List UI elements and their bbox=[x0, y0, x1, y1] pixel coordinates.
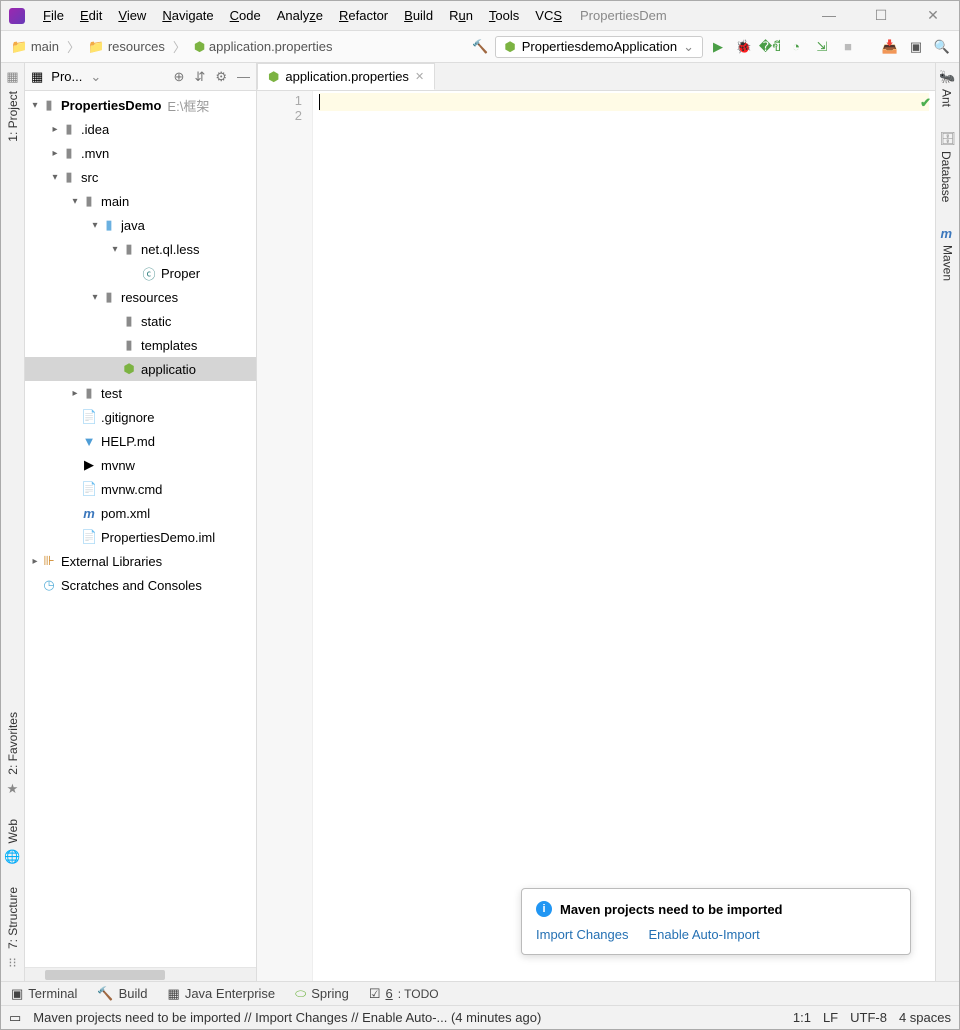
update-project-icon[interactable]: 📥 bbox=[879, 36, 901, 58]
breadcrumb-resources[interactable]: 📁 resources bbox=[84, 37, 169, 57]
todo-icon: ☑ bbox=[369, 986, 381, 1002]
chevron-down-icon: ⌄ bbox=[683, 39, 694, 55]
line-separator[interactable]: LF bbox=[823, 1010, 838, 1025]
chevron-down-icon: ⌄ bbox=[90, 69, 101, 85]
properties-file-icon: ⬢ bbox=[268, 69, 279, 85]
menu-code[interactable]: Code bbox=[222, 4, 269, 27]
menu-file[interactable]: File bbox=[35, 4, 72, 27]
bottom-tool-stripe: ▣Terminal 🔨Build ▦Java Enterprise ⬭Sprin… bbox=[1, 981, 959, 1005]
menu-edit[interactable]: Edit bbox=[72, 4, 110, 27]
run-configuration-selector[interactable]: ⬢ PropertiesdemoApplication ⌄ bbox=[495, 36, 703, 58]
editor-tab-application-properties[interactable]: ⬢ application.properties ✕ bbox=[257, 63, 435, 90]
breadcrumb-file[interactable]: ⬢ application.properties bbox=[190, 37, 337, 57]
navigation-toolbar: 📁 main 〉 📁 resources 〉 ⬢ application.pro… bbox=[1, 31, 959, 63]
close-button[interactable]: ✕ bbox=[915, 7, 951, 24]
menu-tools[interactable]: Tools bbox=[481, 4, 527, 27]
project-tool-window: ▦ Pro... ⌄ ⊕ ⇵ ⚙ — ▾▮PropertiesDemoE:\框架… bbox=[25, 63, 257, 981]
title-bar: File Edit View Navigate Code Analyze Ref… bbox=[1, 1, 959, 31]
terminal-tab[interactable]: ▣Terminal bbox=[11, 986, 77, 1002]
menu-view[interactable]: View bbox=[110, 4, 154, 27]
import-changes-link[interactable]: Import Changes bbox=[536, 927, 629, 942]
maven-import-notification: i Maven projects need to be imported Imp… bbox=[521, 888, 911, 955]
star-icon: ★ bbox=[7, 781, 19, 797]
tree-node-application-properties: ⬢applicatio bbox=[25, 357, 256, 381]
menu-vcs[interactable]: VCS bbox=[527, 4, 570, 27]
structure-tab[interactable]: 7: Structure bbox=[6, 883, 20, 953]
build-tab[interactable]: 🔨Build bbox=[97, 986, 147, 1002]
status-bar: ▭ Maven projects need to be imported // … bbox=[1, 1005, 959, 1029]
structure-icon: ⁝⁝ bbox=[8, 955, 16, 971]
editor-area: ⬢ application.properties ✕ 1 2 ✔ i Maven… bbox=[257, 63, 935, 981]
app-icon bbox=[9, 8, 25, 24]
minimize-button[interactable]: — bbox=[811, 7, 847, 24]
web-tab[interactable]: Web bbox=[6, 815, 20, 847]
project-tab[interactable]: 1: Project bbox=[6, 87, 20, 146]
spring-icon: ⬭ bbox=[295, 986, 306, 1002]
chevron-icon: 〉 bbox=[67, 37, 80, 56]
favorites-tab[interactable]: 2: Favorites bbox=[6, 708, 20, 779]
hide-icon[interactable]: — bbox=[237, 69, 250, 85]
event-log-icon[interactable]: ▭ bbox=[9, 1010, 21, 1026]
line-gutter: 1 2 bbox=[257, 91, 313, 981]
breadcrumb-main[interactable]: 📁 main bbox=[7, 37, 63, 57]
terminal-icon: ▣ bbox=[11, 986, 23, 1002]
hammer-icon: 🔨 bbox=[97, 986, 113, 1002]
chevron-icon: 〉 bbox=[173, 37, 186, 56]
text-caret bbox=[319, 94, 320, 110]
left-tool-stripe: ▦ 1: Project 2: Favorites ★ Web 🌐 7: Str… bbox=[1, 63, 25, 981]
maven-tab[interactable]: Maven bbox=[941, 241, 955, 285]
spring-tab[interactable]: ⬭Spring bbox=[295, 986, 349, 1002]
project-tree[interactable]: ▾▮PropertiesDemoE:\框架 ▸▮.idea ▸▮.mvn ▾▮s… bbox=[25, 91, 256, 967]
database-icon: 🗄 bbox=[939, 131, 956, 146]
project-tab-icon: ▦ bbox=[6, 69, 18, 85]
stop-icon[interactable]: ■ bbox=[837, 36, 859, 58]
menu-build[interactable]: Build bbox=[396, 4, 441, 27]
info-icon: i bbox=[536, 901, 552, 917]
maximize-button[interactable]: ☐ bbox=[863, 7, 899, 24]
run-icon[interactable]: ▶ bbox=[707, 36, 729, 58]
globe-icon: 🌐 bbox=[4, 849, 20, 865]
collapse-icon[interactable]: ⇵ bbox=[194, 69, 205, 85]
javaee-tab[interactable]: ▦Java Enterprise bbox=[168, 986, 276, 1002]
coverage-icon[interactable]: �ขี bbox=[759, 36, 781, 58]
search-everywhere-icon[interactable]: 🔍 bbox=[931, 36, 953, 58]
todo-tab[interactable]: ☑6: TODO bbox=[369, 986, 439, 1002]
menu-navigate[interactable]: Navigate bbox=[154, 4, 221, 27]
horizontal-scrollbar[interactable] bbox=[25, 967, 256, 981]
editor-tabs: ⬢ application.properties ✕ bbox=[257, 63, 935, 91]
ide-settings-icon[interactable]: ▣ bbox=[905, 36, 927, 58]
settings-icon[interactable]: ⚙ bbox=[215, 69, 227, 85]
project-panel-title[interactable]: Pro... bbox=[51, 69, 82, 84]
run-config-name: PropertiesdemoApplication bbox=[522, 39, 677, 54]
project-view-icon: ▦ bbox=[31, 69, 43, 85]
right-tool-stripe: 🐜Ant 🗄Database mMaven bbox=[935, 63, 959, 981]
build-icon[interactable]: 🔨 bbox=[469, 36, 491, 58]
menu-run[interactable]: Run bbox=[441, 4, 481, 27]
attach-icon[interactable]: ⇲ bbox=[811, 36, 833, 58]
tab-label: application.properties bbox=[285, 69, 409, 84]
ant-tab[interactable]: Ant bbox=[939, 85, 953, 111]
locate-icon[interactable]: ⊕ bbox=[174, 69, 185, 85]
code-editor[interactable]: 1 2 ✔ bbox=[257, 91, 935, 981]
javaee-icon: ▦ bbox=[168, 986, 180, 1002]
indent-info[interactable]: 4 spaces bbox=[899, 1010, 951, 1025]
file-encoding[interactable]: UTF-8 bbox=[850, 1010, 887, 1025]
debug-icon[interactable]: 🐞 bbox=[733, 36, 755, 58]
inspection-ok-icon[interactable]: ✔ bbox=[920, 95, 931, 111]
enable-auto-import-link[interactable]: Enable Auto-Import bbox=[649, 927, 760, 942]
database-tab[interactable]: Database bbox=[939, 147, 953, 206]
menu-analyze[interactable]: Analyze bbox=[269, 4, 331, 27]
window-title: PropertiesDem bbox=[580, 8, 667, 23]
caret-position[interactable]: 1:1 bbox=[793, 1010, 811, 1025]
maven-icon: m bbox=[941, 226, 953, 241]
close-tab-icon[interactable]: ✕ bbox=[415, 70, 424, 83]
menu-refactor[interactable]: Refactor bbox=[331, 4, 396, 27]
ant-icon: 🐜 bbox=[939, 69, 955, 84]
status-message[interactable]: Maven projects need to be imported // Im… bbox=[33, 1010, 781, 1025]
profile-icon[interactable]: ◔ bbox=[785, 36, 807, 58]
notification-title: Maven projects need to be imported bbox=[560, 902, 783, 917]
